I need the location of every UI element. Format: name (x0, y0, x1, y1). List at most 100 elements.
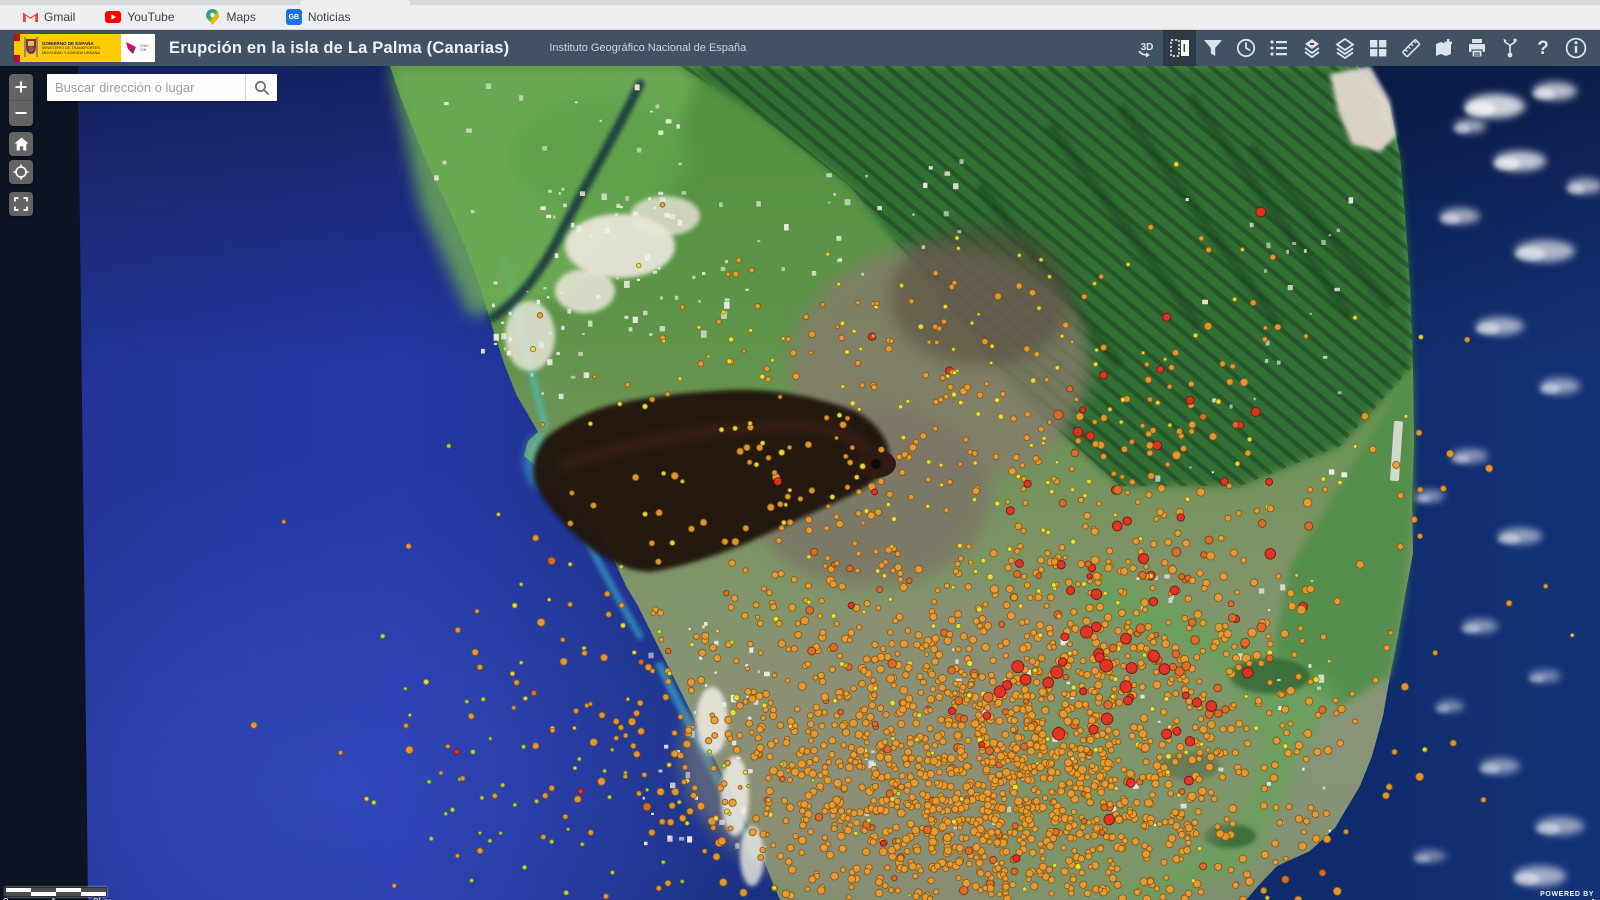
earthquake-dot[interactable] (1061, 633, 1069, 641)
earthquake-dot[interactable] (760, 374, 765, 379)
earthquake-dot[interactable] (902, 835, 910, 843)
earthquake-dot[interactable] (997, 892, 1002, 897)
earthquake-dot[interactable] (840, 422, 847, 429)
earthquake-dot[interactable] (563, 814, 568, 819)
earthquake-dot[interactable] (833, 699, 838, 704)
earthquake-dot[interactable] (1271, 762, 1278, 769)
earthquake-dot[interactable] (852, 329, 856, 333)
earthquake-dot[interactable] (993, 454, 999, 460)
earthquake-dot[interactable] (1417, 487, 1423, 493)
earthquake-dot[interactable] (1200, 742, 1204, 746)
earthquake-dot[interactable] (839, 335, 845, 341)
earthquake-dot[interactable] (968, 788, 975, 795)
earthquake-dot[interactable] (1019, 620, 1025, 626)
earthquake-dot[interactable] (1283, 856, 1288, 861)
earthquake-dot[interactable] (1197, 749, 1203, 755)
earthquake-dot[interactable] (872, 641, 879, 648)
earthquake-dot[interactable] (1101, 804, 1108, 811)
earthquake-dot[interactable] (900, 583, 908, 591)
earthquake-dot[interactable] (1082, 701, 1088, 707)
earthquake-dot[interactable] (1098, 888, 1103, 893)
earthquake-dot[interactable] (854, 820, 860, 826)
earthquake-dot[interactable] (1235, 590, 1240, 595)
earthquake-dot[interactable] (848, 602, 854, 608)
earthquake-dot[interactable] (838, 763, 844, 769)
earthquake-dot[interactable] (957, 748, 964, 755)
earthquake-dot[interactable] (1033, 798, 1040, 805)
earthquake-dot[interactable] (945, 689, 952, 696)
earthquake-dot[interactable] (709, 644, 716, 651)
earthquake-dot[interactable] (603, 894, 608, 899)
earthquake-dot[interactable] (981, 558, 986, 563)
earthquake-dot[interactable] (1193, 333, 1198, 338)
earthquake-dot[interactable] (1109, 644, 1117, 652)
earthquake-dot[interactable] (1113, 485, 1122, 494)
earthquake-dot[interactable] (643, 803, 651, 811)
earthquake-dot[interactable] (1333, 698, 1338, 703)
earthquake-dot[interactable] (1139, 684, 1145, 690)
earthquake-dot[interactable] (728, 812, 731, 815)
earthquake-dot[interactable] (1107, 548, 1113, 554)
earthquake-dot[interactable] (1118, 588, 1124, 594)
earthquake-dot[interactable] (1256, 207, 1266, 217)
earthquake-dot[interactable] (1303, 498, 1312, 507)
earthquake-dot[interactable] (601, 654, 608, 661)
earthquake-dot[interactable] (1265, 896, 1269, 900)
geolocate-button[interactable] (9, 160, 33, 184)
earthquake-dot[interactable] (1195, 809, 1201, 815)
earthquake-dot[interactable] (939, 463, 943, 467)
earthquake-dot[interactable] (1029, 849, 1036, 856)
tool-3d[interactable]: 3D (1130, 30, 1163, 66)
tool-filter[interactable] (1196, 30, 1229, 66)
earthquake-dot[interactable] (1036, 622, 1043, 629)
earthquake-dot[interactable] (1214, 750, 1219, 755)
earthquake-dot[interactable] (488, 839, 492, 843)
earthquake-dot[interactable] (1048, 275, 1052, 279)
earthquake-dot[interactable] (1118, 845, 1124, 851)
earthquake-dot[interactable] (757, 726, 764, 733)
earthquake-dot[interactable] (973, 821, 979, 827)
earthquake-dot[interactable] (782, 520, 787, 525)
earthquake-dot[interactable] (860, 383, 865, 388)
earthquake-dot[interactable] (1200, 620, 1206, 626)
earthquake-dot[interactable] (809, 331, 816, 338)
earthquake-dot[interactable] (1279, 692, 1285, 698)
earthquake-dot[interactable] (1296, 674, 1302, 680)
earthquake-dot[interactable] (957, 247, 961, 251)
earthquake-dot[interactable] (738, 785, 742, 789)
earthquake-dot[interactable] (1204, 322, 1212, 330)
earthquake-dot[interactable] (888, 846, 896, 854)
earthquake-dot[interactable] (1145, 376, 1152, 383)
earthquake-dot[interactable] (1116, 699, 1123, 706)
earthquake-dot[interactable] (1075, 864, 1081, 870)
earthquake-dot[interactable] (549, 785, 555, 791)
earthquake-dot[interactable] (820, 629, 826, 635)
earthquake-dot[interactable] (980, 727, 987, 734)
earthquake-dot[interactable] (1061, 845, 1066, 850)
earthquake-dot[interactable] (1199, 236, 1204, 241)
earthquake-dot[interactable] (744, 444, 750, 450)
earthquake-dot[interactable] (560, 637, 564, 641)
earthquake-dot[interactable] (736, 258, 741, 263)
earthquake-dot[interactable] (899, 743, 904, 748)
earthquake-dot[interactable] (983, 692, 993, 702)
earthquake-dot[interactable] (678, 753, 684, 759)
earthquake-dot[interactable] (821, 303, 825, 307)
earthquake-dot[interactable] (688, 687, 694, 693)
earthquake-dot[interactable] (1080, 407, 1086, 413)
earthquake-dot[interactable] (691, 793, 697, 799)
earthquake-dot[interactable] (995, 865, 1001, 871)
earthquake-dot[interactable] (1295, 574, 1298, 577)
earthquake-dot[interactable] (1033, 456, 1039, 462)
earthquake-dot[interactable] (913, 439, 918, 444)
earthquake-dot[interactable] (747, 460, 752, 465)
earthquake-dot[interactable] (766, 775, 772, 781)
earthquake-dot[interactable] (861, 521, 865, 525)
earthquake-dot[interactable] (1063, 322, 1069, 328)
earthquake-dot[interactable] (826, 759, 831, 764)
earthquake-dot[interactable] (1070, 691, 1077, 698)
earthquake-dot[interactable] (1007, 612, 1015, 620)
earthquake-dot[interactable] (872, 783, 878, 789)
earthquake-dot[interactable] (947, 631, 953, 637)
earthquake-dot[interactable] (535, 799, 539, 803)
